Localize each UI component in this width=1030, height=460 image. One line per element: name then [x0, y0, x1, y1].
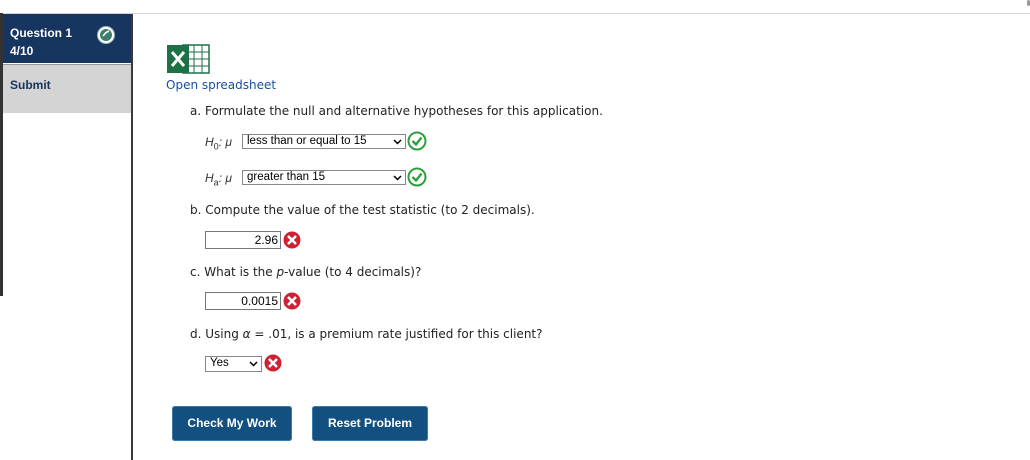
test-statistic-input[interactable]: 2.96 [205, 231, 281, 249]
ha-select-value: greater than 15 [247, 171, 326, 183]
sidebar-item-submit[interactable]: Submit [3, 64, 131, 113]
ha-letter: H [205, 171, 214, 185]
part-d-suffix: = .01, is a premium rate justified for t… [250, 327, 543, 341]
part-d-prefix: d. Using [190, 327, 243, 341]
part-d-prompt: d. Using α = .01, is a premium rate just… [190, 327, 543, 341]
correct-check-icon [407, 131, 427, 151]
part-c-p: p [276, 265, 285, 279]
sidebar-submit-label: Submit [10, 78, 51, 92]
question-nav-item[interactable]: Question 1 4/10 [3, 14, 131, 63]
part-c-prefix: c. What is the [190, 265, 277, 279]
part-d-alpha: α [242, 327, 251, 341]
question-score: 4/10 [10, 44, 34, 58]
chevron-down-icon [249, 361, 258, 367]
incorrect-x-icon [282, 291, 302, 311]
question-title: Question 1 [10, 26, 73, 40]
h0-select-value: less than or equal to 15 [247, 135, 367, 147]
progress-check-icon [97, 26, 115, 44]
excel-spreadsheet-icon[interactable] [166, 44, 211, 74]
premium-select-value: Yes [210, 357, 229, 369]
part-c-prompt: c. What is the p-value (to 4 decimals)? [190, 265, 421, 279]
reset-problem-button[interactable]: Reset Problem [312, 406, 428, 441]
p-value-input[interactable]: 0.0015 [205, 292, 281, 310]
correct-check-icon [407, 167, 427, 187]
incorrect-x-icon [263, 353, 283, 373]
ha-mu: : μ [218, 171, 232, 185]
open-spreadsheet-link[interactable]: Open spreadsheet [166, 78, 276, 92]
part-b-prompt: b. Compute the value of the test statist… [190, 203, 535, 217]
check-my-work-button[interactable]: Check My Work [172, 406, 292, 441]
ha-label: Ha: μ [205, 171, 232, 187]
h0-mu: : μ [218, 135, 232, 149]
question-sidebar: Question 1 4/10 Submit [3, 14, 133, 460]
chevron-down-icon [393, 175, 402, 181]
part-a-prompt: a. Formulate the null and alternative hy… [190, 104, 603, 118]
ha-select[interactable]: greater than 15 [242, 170, 406, 185]
chevron-down-icon [393, 139, 402, 145]
h0-letter: H [205, 135, 214, 149]
browser-top-bar [0, 0, 1030, 14]
incorrect-x-icon [282, 230, 302, 250]
h0-select[interactable]: less than or equal to 15 [242, 134, 406, 149]
h0-label: H0: μ [205, 135, 232, 151]
premium-justified-select[interactable]: Yes [205, 356, 262, 372]
part-c-suffix: -value (to 4 decimals)? [284, 265, 422, 279]
